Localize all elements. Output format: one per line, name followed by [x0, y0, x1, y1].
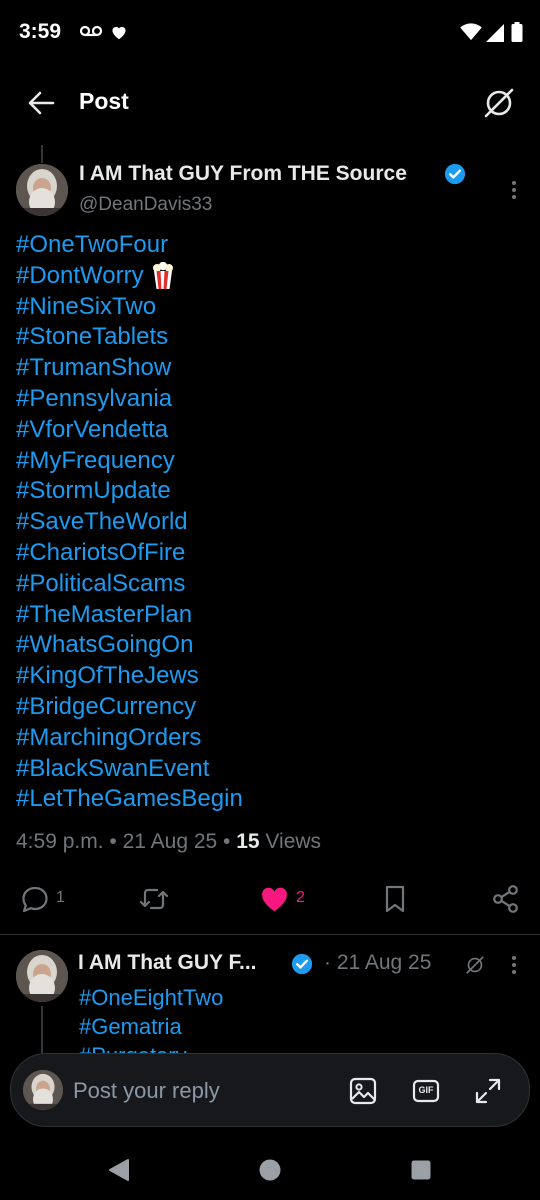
- verified-badge-icon[interactable]: [444, 163, 466, 185]
- hashtag-link[interactable]: #Gematria: [79, 1012, 223, 1041]
- hashtag-link[interactable]: #ChariotsOfFire: [16, 539, 185, 566]
- reply-count: 1: [56, 889, 65, 906]
- hashtag-line: #MyFrequency: [16, 446, 526, 477]
- voicemail-icon: [80, 25, 102, 37]
- meta-separator: •: [109, 830, 123, 853]
- hashtag-line: #TrumanShow: [16, 353, 526, 384]
- divider: [0, 934, 540, 935]
- hashtag-line: #SaveTheWorld: [16, 507, 526, 538]
- nav-back-icon[interactable]: [108, 1158, 130, 1182]
- gif-button[interactable]: GIF: [411, 1076, 441, 1106]
- views-count[interactable]: 15: [236, 830, 259, 853]
- hashtag-link[interactable]: #OneEightTwo: [79, 983, 223, 1012]
- bookmark-icon[interactable]: [382, 884, 408, 914]
- like-icon[interactable]: [259, 884, 290, 914]
- hashtag-line: #StoneTablets: [16, 322, 526, 353]
- gif-label: GIF: [418, 1085, 434, 1095]
- hashtag-link[interactable]: #KingOfTheJews: [16, 662, 199, 689]
- more-options-icon[interactable]: [508, 178, 520, 202]
- hashtag-line: #KingOfTheJews: [16, 661, 526, 692]
- hashtag-line: #BlackSwanEvent: [16, 754, 526, 785]
- popcorn-icon: [152, 262, 173, 290]
- like-count: 2: [296, 889, 305, 906]
- nav-recents-icon[interactable]: [411, 1158, 431, 1182]
- hashtag-link[interactable]: #NineSixTwo: [16, 293, 156, 320]
- header: Post: [0, 80, 540, 126]
- wifi-icon: [460, 23, 482, 41]
- signal-icon: [486, 24, 504, 42]
- hashtag-link[interactable]: #LetTheGamesBegin: [16, 785, 243, 812]
- avatar-image: [23, 1070, 63, 1110]
- hashtag-line: #Pennsylvania: [16, 384, 526, 415]
- thread-connector: [41, 145, 43, 163]
- reply-date[interactable]: · 21 Aug 25: [324, 951, 431, 975]
- hashtag-link[interactable]: #PoliticalScams: [16, 570, 185, 597]
- post-actions: 1 2: [0, 876, 540, 922]
- hashtag-line: #NineSixTwo: [16, 292, 526, 323]
- avatar[interactable]: [16, 164, 68, 216]
- hashtag-line: #ChariotsOfFire: [16, 538, 526, 569]
- grok-icon[interactable]: [464, 954, 486, 976]
- hashtag-link[interactable]: #StormUpdate: [16, 477, 171, 504]
- hashtag-link[interactable]: #TrumanShow: [16, 354, 171, 381]
- hashtag-link[interactable]: #VforVendetta: [16, 416, 168, 443]
- post-date[interactable]: 21 Aug 25: [123, 830, 218, 853]
- hashtag-line: #StormUpdate: [16, 476, 526, 507]
- views-label[interactable]: Views: [265, 830, 321, 853]
- author-handle[interactable]: @DeanDavis33: [79, 194, 212, 216]
- hashtag-line: #BridgeCurrency: [16, 692, 526, 723]
- hashtag-link[interactable]: #Pennsylvania: [16, 385, 172, 412]
- post-text: #OneTwoFour #DontWorry #NineSixTwo #StoneTa…: [16, 230, 526, 815]
- system-nav-bar: [0, 1140, 540, 1200]
- expand-icon[interactable]: [473, 1076, 503, 1106]
- verified-badge-icon[interactable]: [291, 953, 313, 975]
- hashtag-line: #MarchingOrders: [16, 723, 526, 754]
- battery-icon: [511, 22, 523, 42]
- hashtag-line: #LetTheGamesBegin: [16, 784, 526, 815]
- hashtag-link[interactable]: #TheMasterPlan: [16, 601, 192, 628]
- status-time: 3:59: [19, 20, 62, 43]
- grok-icon[interactable]: [482, 86, 516, 120]
- status-bar: 3:59: [0, 0, 540, 68]
- hashtag-link[interactable]: #MyFrequency: [16, 447, 175, 474]
- repost-icon[interactable]: [138, 884, 170, 914]
- hashtag-link[interactable]: #BlackSwanEvent: [16, 755, 209, 782]
- hashtag-link[interactable]: #MarchingOrders: [16, 724, 201, 751]
- hashtag-link[interactable]: #BridgeCurrency: [16, 693, 196, 720]
- hashtag-line: #DontWorry: [16, 261, 526, 292]
- reply-input[interactable]: [73, 1076, 313, 1106]
- thread-connector: [41, 1006, 43, 1056]
- page-title: Post: [79, 88, 129, 114]
- hashtag-line: #VforVendetta: [16, 415, 526, 446]
- hashtag-link[interactable]: #OneTwoFour: [16, 231, 168, 258]
- arrow-left-icon[interactable]: [26, 90, 56, 116]
- reply-composer: GIF: [10, 1053, 530, 1127]
- heart-icon: [112, 26, 126, 40]
- image-icon[interactable]: [348, 1076, 378, 1106]
- post-meta: 4:59 p.m. • 21 Aug 25 • 15 Views: [16, 830, 321, 854]
- hashtag-line: #OneTwoFour: [16, 230, 526, 261]
- meta-separator: •: [223, 830, 237, 853]
- reply-author-name[interactable]: I AM That GUY F...: [78, 951, 257, 975]
- hashtag-line: #WhatsGoingOn: [16, 630, 526, 661]
- author-name[interactable]: I AM That GUY From THE Source: [79, 162, 407, 186]
- reply-avatar[interactable]: [16, 950, 68, 1002]
- avatar-image: [16, 950, 68, 1002]
- composer-avatar: [23, 1070, 63, 1110]
- avatar-image: [16, 164, 68, 216]
- post-time[interactable]: 4:59 p.m.: [16, 830, 104, 853]
- hashtag-link[interactable]: #StoneTablets: [16, 323, 168, 350]
- hashtag-link[interactable]: #DontWorry: [16, 262, 144, 289]
- more-options-icon[interactable]: [508, 954, 520, 976]
- hashtag-line: #PoliticalScams: [16, 569, 526, 600]
- reply-icon[interactable]: [20, 884, 50, 914]
- reply-text: #OneEightTwo #Gematria #Purgatory: [79, 983, 223, 1055]
- nav-home-icon[interactable]: [259, 1158, 281, 1182]
- hashtag-line: #TheMasterPlan: [16, 600, 526, 631]
- hashtag-link[interactable]: #WhatsGoingOn: [16, 631, 193, 658]
- hashtag-link[interactable]: #SaveTheWorld: [16, 508, 188, 535]
- share-icon[interactable]: [492, 884, 520, 914]
